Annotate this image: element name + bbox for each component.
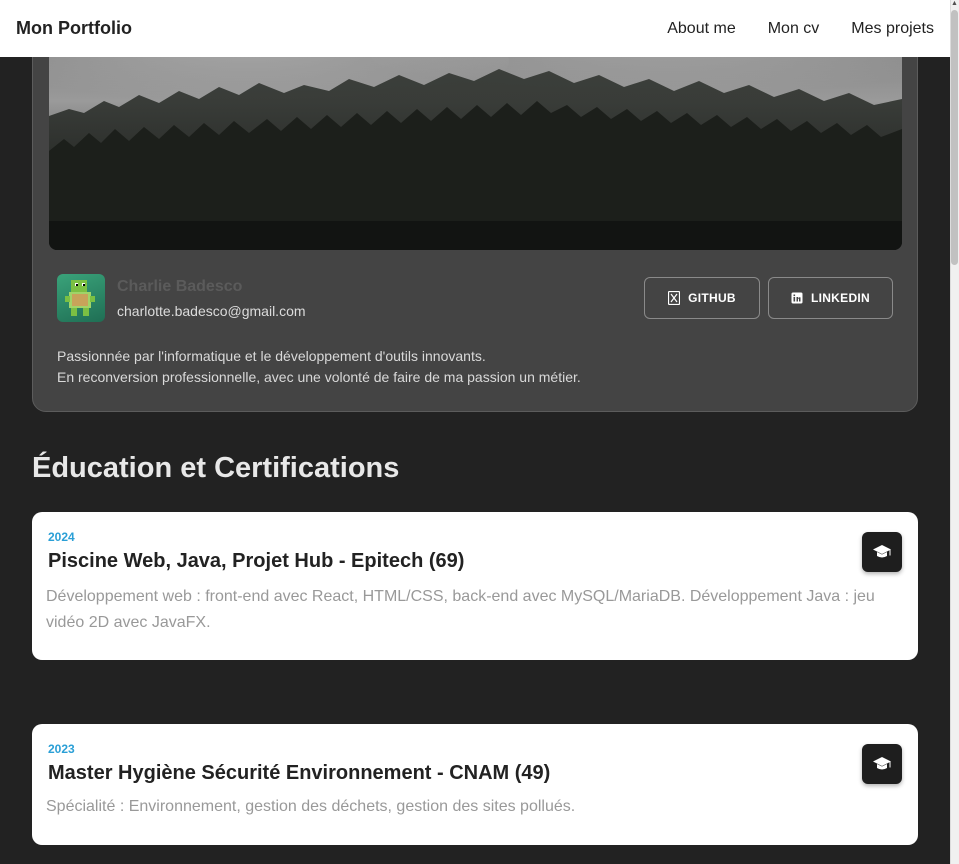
linkedin-button[interactable]: LINKEDIN	[768, 277, 893, 319]
education-title: Piscine Web, Java, Projet Hub - Epitech …	[48, 550, 465, 572]
nav-link-mes-projets[interactable]: Mes projets	[851, 20, 934, 38]
profile-email: charlotte.badesco@gmail.com	[117, 303, 306, 319]
education-year: 2024	[48, 530, 75, 544]
bio-line-2: En reconversion professionnelle, avec un…	[57, 369, 581, 385]
nav-link-about-me[interactable]: About me	[667, 20, 735, 38]
github-label: GITHUB	[688, 291, 736, 305]
graduation-cap-icon	[862, 744, 902, 784]
education-card: 2023 Master Hygiène Sécurité Environneme…	[32, 724, 918, 845]
education-description: Spécialité : Environnement, gestion des …	[46, 798, 576, 815]
profile-card: Charlie Badesco charlotte.badesco@gmail.…	[32, 20, 918, 412]
github-button[interactable]: GITHUB	[644, 277, 760, 319]
education-section-title: Éducation et Certifications	[32, 452, 400, 484]
pixel-turtle-avatar-icon	[57, 274, 105, 322]
profile-name: Charlie Badesco	[117, 278, 243, 295]
education-card: 2024 Piscine Web, Java, Projet Hub - Epi…	[32, 512, 918, 660]
linkedin-icon	[791, 291, 803, 305]
profile-bio: Passionnée par l'informatique et le déve…	[57, 346, 581, 388]
nav-links: About me Mon cv Mes projets	[667, 20, 934, 38]
page-scrollbar[interactable]: ▲	[950, 0, 959, 864]
scrollbar-thumb[interactable]	[951, 10, 958, 265]
bio-line-1: Passionnée par l'informatique et le déve…	[57, 348, 486, 364]
scroll-up-arrow-icon[interactable]: ▲	[951, 0, 958, 8]
github-icon	[668, 291, 681, 305]
brand-title[interactable]: Mon Portfolio	[16, 18, 132, 39]
top-navbar: Mon Portfolio About me Mon cv Mes projet…	[0, 0, 950, 57]
education-year: 2023	[48, 742, 75, 756]
linkedin-label: LINKEDIN	[810, 291, 871, 305]
education-title: Master Hygiène Sécurité Environnement - …	[48, 762, 551, 784]
graduation-cap-icon	[862, 532, 902, 572]
education-description: Développement web : front-end avec React…	[46, 588, 875, 631]
nav-link-mon-cv[interactable]: Mon cv	[768, 20, 820, 38]
